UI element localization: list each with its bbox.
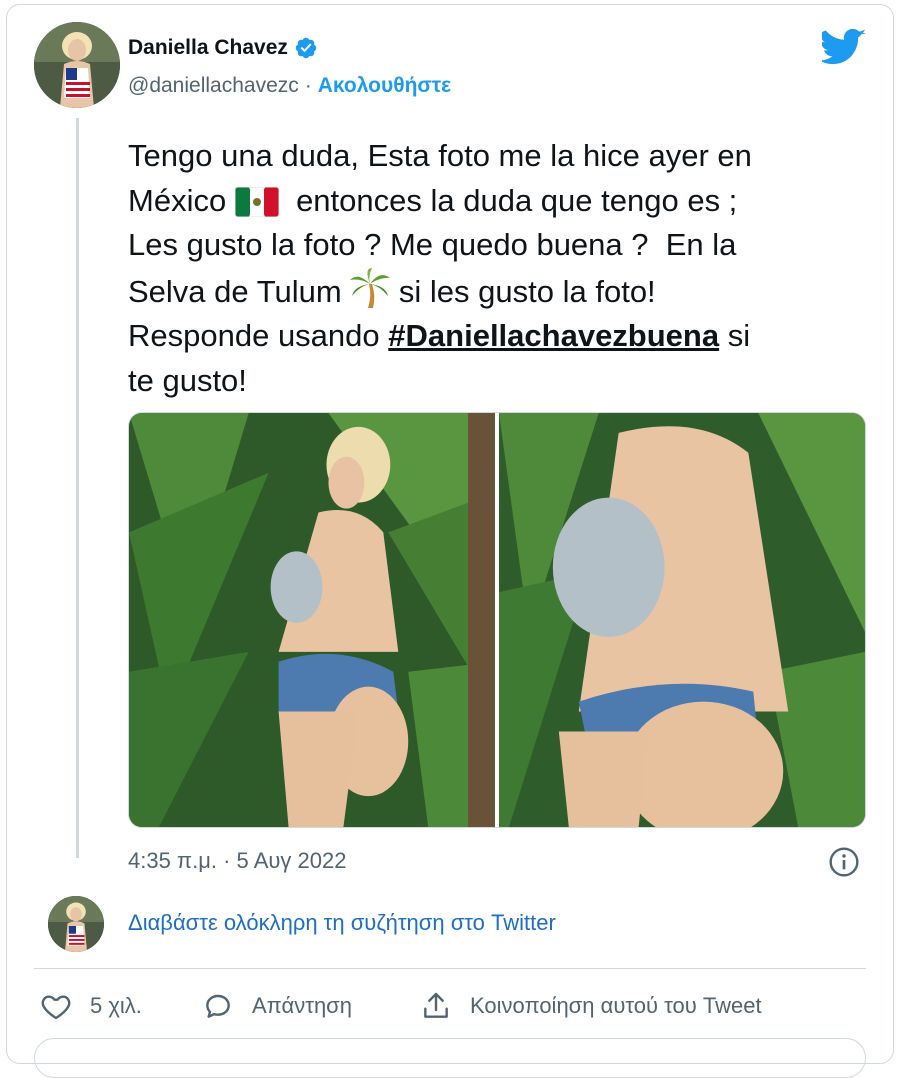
tweet-line-1: Tengo una duda, Esta foto me la hice aye… [128,138,752,173]
photo-2[interactable] [499,413,865,827]
reply-action[interactable]: Απάντηση [202,990,352,1022]
follow-link[interactable]: Ακολουθήστε [318,74,451,98]
author-handle[interactable]: @daniellachavezc [128,74,299,98]
reply-label: Απάντηση [252,993,352,1018]
hashtag-link[interactable]: #Daniellachavezbuena [388,318,719,353]
tweet-line-4a: Selva de Tulum [128,273,342,309]
like-count: 5 χιλ. [90,993,142,1018]
reply-icon [206,994,230,1018]
author-name-row[interactable]: Daniella Chavez [128,36,318,60]
tweet-line-2a: México [128,182,227,218]
share-action[interactable]: Κοινοποίηση αυτού του Tweet [420,990,762,1022]
verified-badge-icon [295,37,317,59]
separator-dot: · [304,74,312,97]
heart-icon [41,995,71,1020]
mexico-flag-icon [234,186,279,217]
media-grid [128,412,866,828]
palm-tree-icon [350,267,391,308]
thread-line [76,118,79,858]
tweet-line-3: Les gusto la foto ? Me quedo buena ? En … [128,227,737,262]
info-icon[interactable] [828,846,860,878]
like-action[interactable]: 5 χιλ. [40,990,142,1022]
photo-1[interactable] [129,413,495,827]
tweet-text: Tengo una duda, Esta foto me la hice aye… [128,134,848,403]
divider [34,968,866,969]
tweet-timestamp[interactable]: 4:35 π.μ. · 5 Αυγ 2022 [128,848,346,874]
read-conversation-link[interactable]: Διαβάστε ολόκληρη τη συζήτηση στο Twitte… [128,910,556,936]
author-avatar[interactable] [34,22,120,108]
twitter-bird-icon[interactable] [822,28,866,66]
tweet-line-4b: si les gusto la foto! [398,273,656,309]
share-icon [424,992,448,1018]
bottom-button-edge[interactable] [34,1038,866,1078]
tweet-line-2b: entonces la duda que tengo es ; [296,182,738,218]
tweet-line-6: te gusto! [128,362,247,398]
small-avatar[interactable] [48,896,104,952]
author-handle-row: @daniellachavezc · Ακολουθήστε [128,74,451,98]
share-label: Κοινοποίηση αυτού του Tweet [470,993,762,1018]
tweet-line-5a: Responde usando [128,318,380,353]
author-display-name[interactable]: Daniella Chavez [128,36,288,60]
tweet-line-5b: si [727,318,751,353]
